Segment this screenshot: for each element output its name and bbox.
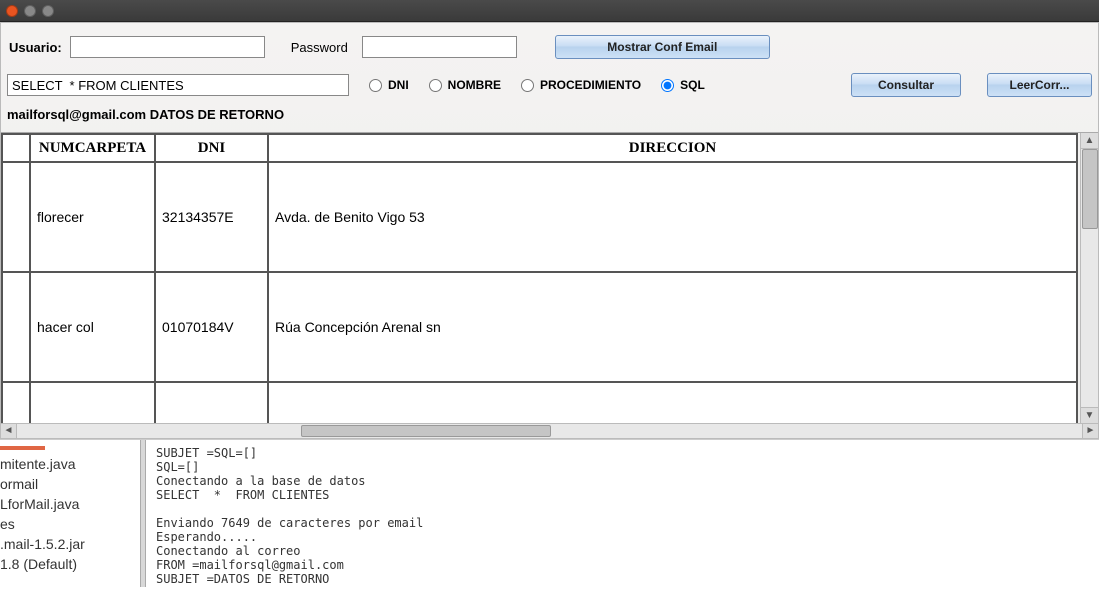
usuario-label: Usuario: <box>9 40 62 55</box>
scroll-up-icon[interactable]: ▲ <box>1081 133 1098 149</box>
vscroll-thumb[interactable] <box>1082 149 1098 229</box>
radio-nombre-label: NOMBRE <box>448 78 501 92</box>
cell-dni: 32134357E <box>155 162 268 272</box>
scroll-left-icon[interactable]: ◄ <box>1 424 17 438</box>
password-label: Password <box>291 40 348 55</box>
radio-nombre[interactable] <box>429 79 442 92</box>
cell-empty <box>2 162 30 272</box>
window-titlebar <box>0 0 1099 22</box>
cell-dni: 01070184V <box>155 272 268 382</box>
table-row[interactable] <box>2 382 1077 423</box>
main-panel: Usuario: Password Mostrar Conf Email DNI… <box>0 22 1099 439</box>
cell-empty <box>2 272 30 382</box>
leer-correo-button[interactable]: LeerCorr... <box>987 73 1092 97</box>
hscroll-thumb[interactable] <box>301 425 551 437</box>
mostrar-conf-email-button[interactable]: Mostrar Conf Email <box>555 35 770 59</box>
header-dni: DNI <box>155 134 268 162</box>
table-row[interactable]: florecer 32134357E Avda. de Benito Vigo … <box>2 162 1077 272</box>
list-item[interactable]: mitente.java <box>0 454 136 474</box>
radio-procedimiento-group: PROCEDIMIENTO <box>511 78 641 92</box>
scroll-down-icon[interactable]: ▼ <box>1081 407 1098 423</box>
close-icon[interactable] <box>6 5 18 17</box>
radio-dni-label: DNI <box>388 78 409 92</box>
results-table: NUMCARPETA DNI DIRECCION florecer 321343… <box>1 133 1078 423</box>
cell-direccion: Avda. de Benito Vigo 53 <box>268 162 1077 272</box>
maximize-icon[interactable] <box>42 5 54 17</box>
horizontal-scrollbar[interactable]: ◄ ► <box>1 423 1098 438</box>
ide-bottom-area: mitente.java ormail LforMail.java es .ma… <box>0 439 1099 587</box>
radio-procedimiento-label: PROCEDIMIENTO <box>540 78 641 92</box>
cell-numcarpeta: hacer col <box>30 272 155 382</box>
list-item[interactable]: .mail-1.5.2.jar <box>0 534 136 554</box>
list-item[interactable]: es <box>0 514 136 534</box>
list-item[interactable]: LforMail.java <box>0 494 136 514</box>
radio-procedimiento[interactable] <box>521 79 534 92</box>
cell-numcarpeta: florecer <box>30 162 155 272</box>
minimize-icon[interactable] <box>24 5 36 17</box>
consultar-button[interactable]: Consultar <box>851 73 961 97</box>
list-item[interactable]: 1.8 (Default) <box>0 554 136 574</box>
results-table-area: NUMCARPETA DNI DIRECCION florecer 321343… <box>1 132 1098 438</box>
radio-sql[interactable] <box>661 79 674 92</box>
cell-empty <box>2 382 30 423</box>
cell-direccion <box>268 382 1077 423</box>
cell-numcarpeta <box>30 382 155 423</box>
sql-input[interactable] <box>7 74 349 96</box>
table-row[interactable]: hacer col 01070184V Rúa Concepción Arena… <box>2 272 1077 382</box>
radio-dni-group: DNI <box>359 78 409 92</box>
usuario-input[interactable] <box>70 36 265 58</box>
status-line: mailforsql@gmail.com DATOS DE RETORNO <box>1 103 1098 132</box>
password-input[interactable] <box>362 36 517 58</box>
query-row: DNI NOMBRE PROCEDIMIENTO SQL Consultar L… <box>1 67 1098 103</box>
cell-dni <box>155 382 268 423</box>
radio-nombre-group: NOMBRE <box>419 78 501 92</box>
cell-direccion: Rúa Concepción Arenal sn <box>268 272 1077 382</box>
header-direccion: DIRECCION <box>268 134 1077 162</box>
radio-sql-label: SQL <box>680 78 705 92</box>
console-output[interactable]: SUBJET =SQL=[] SQL=[] Conectando a la ba… <box>146 440 1099 587</box>
scroll-right-icon[interactable]: ► <box>1082 424 1098 438</box>
vertical-scrollbar[interactable]: ▲ ▼ <box>1080 133 1098 423</box>
radio-sql-group: SQL <box>651 78 705 92</box>
header-numcarpeta: NUMCARPETA <box>30 134 155 162</box>
header-empty <box>2 134 30 162</box>
credentials-row: Usuario: Password Mostrar Conf Email <box>1 23 1098 67</box>
marker-icon <box>0 446 45 450</box>
list-item[interactable]: ormail <box>0 474 136 494</box>
table-viewport[interactable]: NUMCARPETA DNI DIRECCION florecer 321343… <box>1 133 1078 423</box>
file-tree-pane[interactable]: mitente.java ormail LforMail.java es .ma… <box>0 440 140 587</box>
radio-dni[interactable] <box>369 79 382 92</box>
table-header-row: NUMCARPETA DNI DIRECCION <box>2 134 1077 162</box>
